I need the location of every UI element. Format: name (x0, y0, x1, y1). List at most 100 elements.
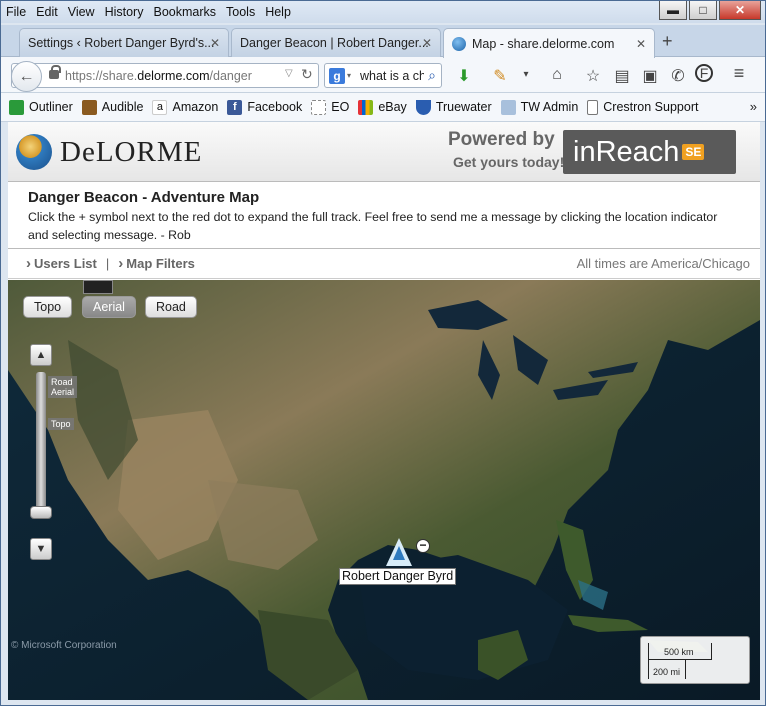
tab-danger-beacon[interactable]: Danger Beacon | Robert Danger... ✕ (231, 28, 441, 57)
facebook-icon: f (227, 99, 243, 115)
map-type-aerial-button[interactable]: Aerial (82, 296, 136, 318)
search-engine-dropdown-icon[interactable]: ▾ (347, 71, 351, 80)
url-dropdown-icon[interactable]: ▽ (285, 68, 293, 79)
map-filters-link[interactable]: Map Filters (118, 255, 195, 272)
menu-tools[interactable]: Tools (221, 5, 260, 19)
download-icon[interactable]: ⬇ (454, 66, 474, 86)
globe-icon (452, 36, 466, 51)
bookmark-ebay[interactable]: eBay (358, 99, 407, 115)
zoom-slider-track[interactable] (36, 372, 46, 512)
tw-admin-icon (500, 99, 516, 115)
social-icon[interactable]: ✆ (668, 66, 688, 86)
scale-mi: 200 mi (653, 667, 681, 677)
map-type-topo-button[interactable]: Topo (23, 296, 73, 318)
new-tab-button[interactable]: + (662, 31, 673, 52)
collapse-track-button[interactable]: − (416, 539, 430, 553)
scale-tick (685, 659, 686, 679)
delorme-logo-globe (16, 134, 52, 170)
maximize-button[interactable]: □ (689, 1, 717, 20)
url-prefix: https://share. (65, 69, 138, 83)
marker-label[interactable]: Robert Danger Byrd (339, 568, 457, 585)
reload-icon[interactable]: ↻ (301, 66, 313, 83)
zoom-out-button[interactable]: ▼ (30, 538, 52, 560)
separator: | (105, 256, 110, 271)
search-icon[interactable]: ⌕ (428, 67, 436, 84)
tab-bar: Settings ‹ Robert Danger Byrd's... ✕ Dan… (1, 25, 765, 58)
bookmark-amazon[interactable]: a Amazon (152, 99, 219, 115)
bookmark-outliner[interactable]: Outliner (9, 99, 73, 115)
url-text[interactable]: https://share.delorme.com/danger (65, 69, 252, 83)
evernote-icon[interactable]: F (695, 64, 713, 82)
get-yours-link[interactable]: Get yours today! (453, 154, 564, 170)
outliner-icon (9, 99, 24, 115)
bookmark-label: Amazon (172, 100, 219, 114)
zoom-in-button[interactable]: ▲ (30, 344, 52, 366)
bookmark-tw-admin[interactable]: TW Admin (500, 99, 579, 115)
menu-edit[interactable]: Edit (31, 5, 63, 19)
menu-icon[interactable]: ≡ (729, 63, 749, 84)
bookmark-label: Truewater (435, 100, 492, 114)
bookmark-truewater[interactable]: Truewater (415, 99, 492, 115)
menu-history[interactable]: History (100, 5, 149, 19)
search-input[interactable]: what is a ch (360, 69, 424, 83)
users-list-link[interactable]: Users List (26, 255, 97, 272)
audible-icon (81, 99, 97, 115)
pocket-icon[interactable]: ▣ (640, 66, 660, 86)
bookmark-label: EO (331, 100, 350, 114)
bookmark-label: TW Admin (520, 100, 579, 114)
map-scale: 500 km 200 mi (640, 636, 750, 684)
tab-settings[interactable]: Settings ‹ Robert Danger Byrd's... ✕ (19, 28, 229, 57)
bookmark-label: eBay (378, 100, 407, 114)
tab-map[interactable]: Map - share.delorme.com ✕ (443, 28, 655, 58)
close-window-button[interactable]: ✕ (719, 1, 761, 20)
menu-bookmarks[interactable]: Bookmarks (148, 5, 221, 19)
browser-window: File Edit View History Bookmarks Tools H… (0, 0, 766, 706)
map-overlay-icon (83, 280, 113, 294)
zoom-label-topo: Topo (48, 418, 74, 430)
bookmark-facebook[interactable]: f Facebook (227, 99, 302, 115)
bookmark-crestron-support[interactable]: Crestron Support (587, 99, 698, 115)
bookmark-label: Outliner (29, 100, 73, 114)
powered-by-text: Powered by (448, 129, 555, 150)
inreach-logo[interactable]: inReach SE (563, 130, 736, 174)
close-tab-icon[interactable]: ✕ (422, 36, 432, 50)
map-type-road-button[interactable]: Road (145, 296, 197, 318)
filter-bar: Users List | Map Filters All times are A… (8, 249, 760, 279)
navigation-bar: ← https://share.delorme.com/danger ▽ ↻ g… (1, 57, 765, 93)
google-icon[interactable]: g (329, 68, 345, 84)
bookmark-eo[interactable]: EO (311, 99, 350, 115)
url-domain: delorme.com (137, 69, 210, 83)
site-header: DeLORME Powered by Get yours today! inRe… (8, 122, 760, 182)
window-controls: ▬ □ ✕ (659, 1, 761, 20)
star-icon[interactable]: ☆ (583, 66, 603, 86)
tab-label: Danger Beacon | Robert Danger... (240, 36, 429, 50)
close-tab-icon[interactable]: ✕ (636, 37, 646, 51)
tab-label: Map - share.delorme.com (472, 36, 615, 51)
bookmarks-overflow-icon[interactable]: » (750, 99, 757, 114)
eo-icon (311, 99, 327, 115)
bookmark-audible[interactable]: Audible (81, 99, 143, 115)
scale-km: 500 km (664, 647, 694, 657)
back-button[interactable]: ← (11, 61, 42, 92)
map-info: Danger Beacon - Adventure Map Click the … (8, 183, 760, 249)
menu-file[interactable]: File (1, 5, 31, 19)
menu-bar: File Edit View History Bookmarks Tools H… (1, 1, 765, 23)
page-icon (587, 99, 599, 115)
scale-tick (648, 643, 649, 679)
map-view[interactable]: Topo Aerial Road ▲ Road Aerial Topo ▼ − … (8, 280, 760, 700)
url-bar[interactable]: ← https://share.delorme.com/danger ▽ ↻ (11, 61, 319, 92)
menu-view[interactable]: View (63, 5, 100, 19)
delorme-logo[interactable]: DeLORME (60, 136, 202, 169)
search-box[interactable]: g ▾ what is a ch ⌕ (324, 63, 442, 88)
minimize-button[interactable]: ▬ (659, 1, 687, 20)
close-tab-icon[interactable]: ✕ (210, 36, 220, 50)
dropdown-icon[interactable]: ▾ (516, 69, 536, 80)
zoom-slider-thumb[interactable] (30, 506, 52, 519)
page-content: DeLORME Powered by Get yours today! inRe… (8, 122, 760, 700)
reader-icon[interactable]: ▤ (612, 66, 632, 86)
map-description: Click the + symbol next to the red dot t… (28, 210, 718, 242)
scale-line (648, 659, 712, 660)
menu-help[interactable]: Help (260, 5, 296, 19)
pencil-icon[interactable]: ✎ (490, 66, 510, 86)
home-icon[interactable]: ⌂ (547, 66, 567, 84)
